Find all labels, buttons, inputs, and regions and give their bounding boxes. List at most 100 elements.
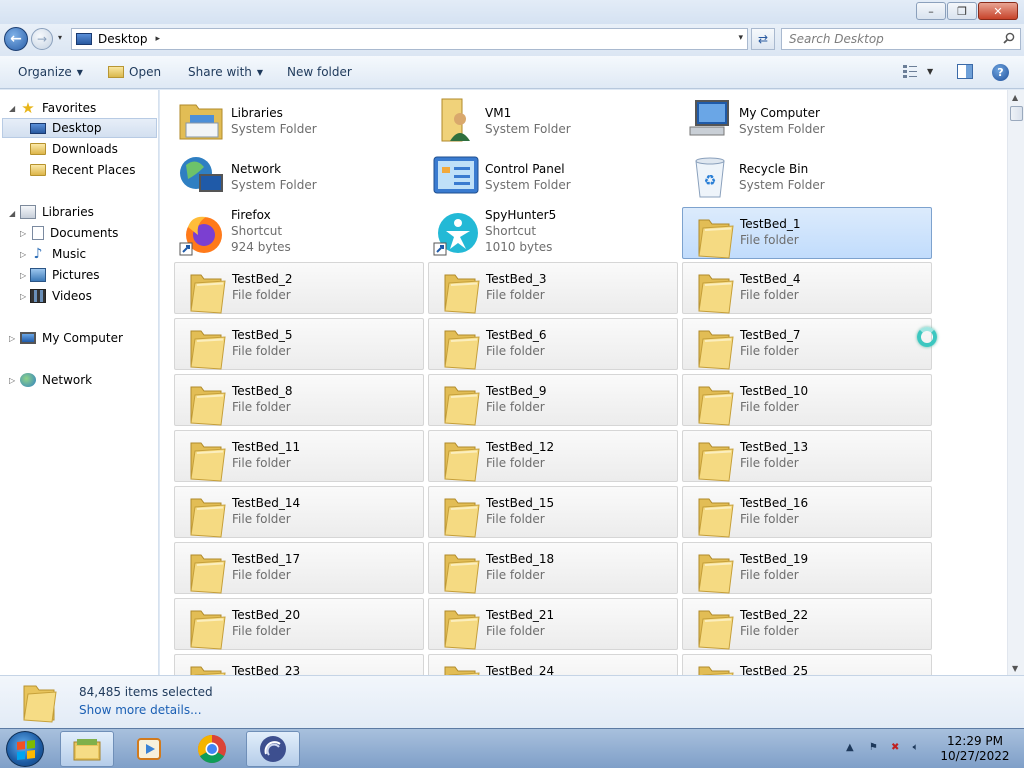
folder-item[interactable]: TestBed_20 File folder bbox=[174, 598, 424, 650]
search-input[interactable] bbox=[782, 29, 992, 49]
folder-item[interactable]: TestBed_6 File folder bbox=[428, 318, 678, 370]
list-item[interactable]: My Computer System Folder bbox=[682, 93, 932, 145]
maximize-button[interactable]: ❐ bbox=[947, 2, 977, 20]
folder-item[interactable]: TestBed_25File folder bbox=[682, 654, 932, 675]
taskbar-media-player-button[interactable] bbox=[122, 731, 176, 767]
nav-my-computer[interactable]: My Computer bbox=[20, 328, 123, 348]
close-button[interactable]: ✕ bbox=[978, 2, 1018, 20]
nav-favorites[interactable]: ★ Favorites bbox=[20, 98, 96, 118]
preview-pane-button[interactable] bbox=[957, 64, 973, 82]
list-item[interactable]: Control Panel System Folder bbox=[428, 149, 678, 201]
folder-item[interactable]: TestBed_1 File folder bbox=[682, 207, 932, 259]
expand-pictures-icon[interactable]: ▷ bbox=[20, 271, 26, 280]
network-disconnected-icon[interactable]: ✖ bbox=[891, 742, 899, 753]
folder-item[interactable]: TestBed_19 File folder bbox=[682, 542, 932, 594]
back-button[interactable]: ← bbox=[4, 27, 28, 51]
nav-network[interactable]: Network bbox=[20, 370, 92, 390]
taskbar-app-button[interactable] bbox=[246, 731, 300, 767]
volume-icon[interactable]: 🔈︎ bbox=[913, 742, 919, 753]
view-dropdown-icon[interactable]: ▼ bbox=[927, 67, 933, 76]
action-center-icon[interactable]: ⚑ bbox=[869, 742, 878, 753]
list-item[interactable]: Firefox Shortcut 924 bytes bbox=[174, 207, 424, 259]
user-folder-icon bbox=[432, 97, 480, 143]
vertical-scrollbar[interactable]: ▲ ▼ bbox=[1007, 90, 1024, 675]
folder-item[interactable]: TestBed_8 File folder bbox=[174, 374, 424, 426]
folder-item[interactable]: TestBed_3 File folder bbox=[428, 262, 678, 314]
nav-recent-places[interactable]: Recent Places bbox=[30, 160, 135, 180]
show-hidden-icons-icon[interactable]: ▲ bbox=[846, 742, 854, 753]
nav-downloads[interactable]: Downloads bbox=[30, 139, 118, 159]
folder-item[interactable]: TestBed_7 File folder bbox=[682, 318, 932, 370]
organize-menu[interactable]: Organize ▼ bbox=[18, 65, 83, 79]
folder-item[interactable]: TestBed_21 File folder bbox=[428, 598, 678, 650]
scroll-down-icon[interactable]: ▼ bbox=[1012, 664, 1018, 673]
folder-item[interactable]: TestBed_4 File folder bbox=[682, 262, 932, 314]
expand-my-computer-icon[interactable]: ▷ bbox=[9, 334, 15, 343]
folder-item[interactable]: TestBed_18 File folder bbox=[428, 542, 678, 594]
libraries-icon bbox=[178, 97, 226, 143]
minimize-button[interactable]: – bbox=[916, 2, 946, 20]
list-item[interactable]: VM1 System Folder bbox=[428, 93, 678, 145]
help-button[interactable]: ? bbox=[992, 64, 1009, 81]
folder-item[interactable]: TestBed_12 File folder bbox=[428, 430, 678, 482]
forward-button[interactable]: → bbox=[31, 28, 53, 50]
nav-libraries[interactable]: Libraries bbox=[20, 202, 94, 222]
forward-arrow-icon: → bbox=[36, 32, 48, 46]
list-item[interactable]: ♻ Recycle Bin System Folder bbox=[682, 149, 932, 201]
folder-item[interactable]: TestBed_23File folder bbox=[174, 654, 424, 675]
item-name: TestBed_18 bbox=[486, 552, 555, 566]
nav-music[interactable]: ♪ Music bbox=[30, 244, 87, 264]
taskbar-explorer-button[interactable] bbox=[60, 731, 114, 767]
network-icon bbox=[20, 373, 36, 387]
folder-item[interactable]: TestBed_24File folder bbox=[428, 654, 678, 675]
search-icon[interactable] bbox=[1003, 32, 1015, 44]
expand-music-icon[interactable]: ▷ bbox=[20, 250, 26, 259]
breadcrumb-arrow-icon[interactable]: ▸ bbox=[156, 34, 161, 44]
folder-item[interactable]: TestBed_2 File folder bbox=[174, 262, 424, 314]
taskbar-chrome-button[interactable] bbox=[185, 731, 239, 767]
folder-item[interactable]: TestBed_14 File folder bbox=[174, 486, 424, 538]
list-item[interactable]: SpyHunter5 Shortcut 1010 bytes bbox=[428, 207, 678, 259]
clock[interactable]: 12:29 PM 10/27/2022 bbox=[938, 734, 1012, 764]
address-bar[interactable]: Desktop ▸ ▾ bbox=[71, 28, 748, 50]
item-name: TestBed_25 bbox=[740, 664, 809, 675]
computer-icon bbox=[686, 97, 734, 143]
nav-videos[interactable]: Videos bbox=[30, 286, 92, 306]
folder-item[interactable]: TestBed_16 File folder bbox=[682, 486, 932, 538]
nav-pictures[interactable]: Pictures bbox=[30, 265, 100, 285]
expand-network-icon[interactable]: ▷ bbox=[9, 376, 15, 385]
share-with-menu[interactable]: Share with ▼ bbox=[188, 65, 263, 79]
collapse-libraries-icon[interactable]: ◢ bbox=[9, 209, 15, 218]
address-dropdown-icon[interactable]: ▾ bbox=[738, 33, 743, 43]
folder-item[interactable]: TestBed_17 File folder bbox=[174, 542, 424, 594]
collapse-favorites-icon[interactable]: ◢ bbox=[9, 104, 15, 113]
folder-item[interactable]: TestBed_13 File folder bbox=[682, 430, 932, 482]
expand-videos-icon[interactable]: ▷ bbox=[20, 292, 26, 301]
folder-item[interactable]: TestBed_9 File folder bbox=[428, 374, 678, 426]
nav-desktop[interactable]: Desktop bbox=[2, 118, 157, 138]
start-button[interactable] bbox=[6, 731, 44, 767]
folder-icon bbox=[179, 435, 227, 482]
expand-documents-icon[interactable]: ▷ bbox=[20, 229, 26, 238]
scrollbar-thumb[interactable] bbox=[1010, 106, 1023, 121]
folder-item[interactable]: TestBed_10 File folder bbox=[682, 374, 932, 426]
nav-documents[interactable]: Documents bbox=[30, 223, 118, 243]
file-list[interactable]: Libraries System Folder VM1 System Folder My… bbox=[160, 90, 1007, 675]
list-item[interactable]: Libraries System Folder bbox=[174, 93, 424, 145]
preview-pane-icon bbox=[957, 64, 973, 79]
folder-item[interactable]: TestBed_5 File folder bbox=[174, 318, 424, 370]
folder-item[interactable]: TestBed_11 File folder bbox=[174, 430, 424, 482]
breadcrumb-desktop[interactable]: Desktop bbox=[98, 32, 148, 46]
folder-item[interactable]: TestBed_22 File folder bbox=[682, 598, 932, 650]
search-box[interactable] bbox=[781, 28, 1021, 50]
recent-pages-dropdown[interactable]: ▾ bbox=[58, 33, 62, 42]
new-folder-button[interactable]: New folder bbox=[287, 65, 352, 79]
list-item[interactable]: Network System Folder bbox=[174, 149, 424, 201]
change-view-button[interactable] bbox=[902, 64, 918, 82]
folder-item[interactable]: TestBed_15 File folder bbox=[428, 486, 678, 538]
refresh-button[interactable]: ⇄ bbox=[751, 28, 775, 50]
item-name: TestBed_2 bbox=[232, 272, 293, 286]
scroll-up-icon[interactable]: ▲ bbox=[1012, 93, 1018, 102]
open-button[interactable]: Open bbox=[108, 65, 161, 79]
show-more-details-link[interactable]: Show more details... bbox=[79, 703, 202, 717]
